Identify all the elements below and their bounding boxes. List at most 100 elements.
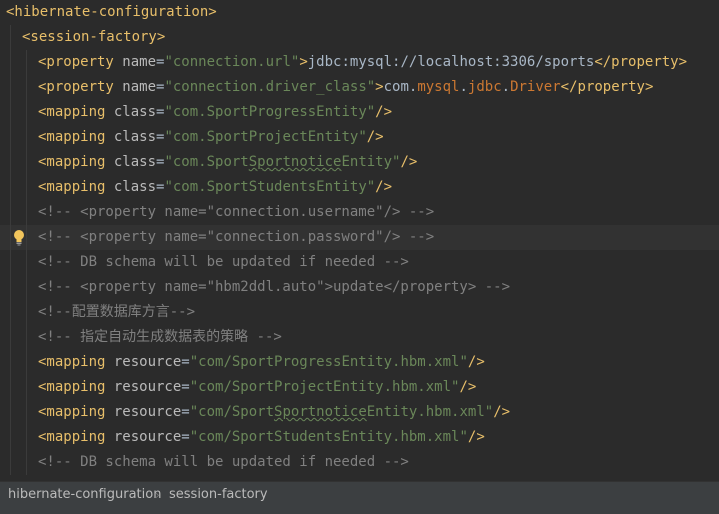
code-text: <hibernate-configuration>	[6, 0, 217, 25]
code-token-tag: />	[459, 379, 477, 395]
indent-guide	[10, 100, 11, 125]
code-line[interactable]: <mapping class="com.SportProjectEntity"/…	[0, 125, 719, 150]
code-token-tag: <mapping	[38, 179, 114, 195]
indent-guide	[26, 150, 27, 175]
indent-guide	[10, 450, 11, 475]
indent-guide	[10, 200, 11, 225]
indent-guide	[10, 150, 11, 175]
indent-guide	[10, 125, 11, 150]
code-token-strtypo: Sportnotice	[248, 154, 342, 170]
code-line[interactable]: <mapping class="com.SportProgressEntity"…	[0, 100, 719, 125]
breadcrumb-separator-icon: ›	[155, 488, 160, 502]
code-token-str: "connection.url"	[164, 54, 300, 70]
breadcrumb: hibernate-configuration › session-factor…	[0, 481, 719, 514]
code-line[interactable]: <session-factory>	[0, 25, 719, 50]
code-token-tag: <property	[38, 79, 123, 95]
indent-guide	[10, 400, 11, 425]
code-line[interactable]: <mapping class="com.SportStudentsEntity"…	[0, 175, 719, 200]
code-text: <mapping class="com.SportSportnoticeEnti…	[38, 150, 417, 175]
code-token-text: =	[181, 404, 190, 420]
indent-guide	[26, 350, 27, 375]
code-token-tag: >	[375, 79, 384, 95]
code-token-str: "com.SportProgressEntity"	[164, 104, 376, 120]
indent-guide	[10, 300, 11, 325]
code-token-comment: <!-- DB schema will be updated if needed…	[38, 454, 409, 470]
code-text: <mapping resource="com/SportStudentsEnti…	[38, 425, 485, 450]
code-editor[interactable]: <hibernate-configuration> <session-factor…	[0, 0, 719, 481]
breadcrumb-item-session-factory[interactable]: session-factory	[169, 482, 268, 508]
code-line[interactable]: <!-- <property name="connection.password…	[0, 225, 719, 250]
code-text: <!-- DB schema will be updated if needed…	[38, 450, 409, 475]
indent-guide	[10, 225, 11, 250]
indent-guide	[10, 75, 11, 100]
code-line[interactable]: <!-- <property name="connection.username…	[0, 200, 719, 225]
indent-guide	[26, 400, 27, 425]
code-token-text: jdbc:mysql://localhost:3306/sports	[307, 54, 595, 70]
indent-guide	[26, 325, 27, 350]
code-token-tag: <mapping	[38, 429, 114, 445]
indent-guide	[10, 425, 11, 450]
code-token-tag: <mapping	[38, 104, 114, 120]
indent-guide	[26, 450, 27, 475]
code-token-attr: name	[122, 79, 157, 95]
code-token-tag: <mapping	[38, 154, 114, 170]
code-token-tag: </property>	[560, 79, 654, 95]
code-line[interactable]: <hibernate-configuration>	[0, 0, 719, 25]
code-token-strtypo: Sportnotice	[274, 404, 367, 420]
code-line[interactable]: <property name="connection.url">jdbc:mys…	[0, 50, 719, 75]
code-token-comment: <!--配置数据库方言-->	[38, 304, 196, 320]
breadcrumb-item-hibernate-configuration[interactable]: hibernate-configuration	[8, 482, 161, 508]
code-token-tag: <property	[38, 54, 123, 70]
code-token-tag: </property>	[594, 54, 688, 70]
code-text: <property name="connection.driver_class"…	[38, 75, 653, 100]
code-line[interactable]: <mapping resource="com/SportStudentsEnti…	[0, 425, 719, 450]
code-token-str: "com/Sport	[189, 404, 275, 420]
code-line[interactable]: <property name="connection.driver_class"…	[0, 75, 719, 100]
indent-guide	[10, 275, 11, 300]
code-line[interactable]: <!-- 指定自动生成数据表的策略 -->	[0, 325, 719, 350]
code-token-tag: >	[299, 54, 308, 70]
indent-guide	[26, 175, 27, 200]
code-token-comment: <!-- <property name="connection.password…	[38, 229, 435, 245]
code-line[interactable]: <!-- DB schema will be updated if needed…	[0, 250, 719, 275]
code-token-str: "com/SportStudentsEntity.hbm.xml"	[189, 429, 468, 445]
code-token-comment: <!-- DB schema will be updated if needed…	[38, 254, 409, 270]
code-token-tag: />	[375, 179, 393, 195]
code-line[interactable]: <mapping resource="com/SportProjectEntit…	[0, 375, 719, 400]
code-line[interactable]: <!-- DB schema will be updated if needed…	[0, 450, 719, 475]
code-text: <!-- 指定自动生成数据表的策略 -->	[38, 325, 282, 350]
code-token-str: Entity"	[341, 154, 401, 170]
lightbulb-icon[interactable]	[12, 229, 26, 246]
code-token-red: Driver	[510, 79, 561, 95]
code-token-str: "com.SportProjectEntity"	[164, 129, 367, 145]
code-text: <!-- <property name="hbm2ddl.auto">updat…	[38, 275, 510, 300]
indent-guide	[26, 100, 27, 125]
code-token-str: "connection.driver_class"	[164, 79, 376, 95]
indent-guide	[26, 50, 27, 75]
indent-guide	[10, 375, 11, 400]
indent-guide	[26, 225, 27, 250]
code-token-red: mysql	[417, 79, 460, 95]
code-text: <session-factory>	[22, 25, 165, 50]
code-line[interactable]: <mapping class="com.SportSportnoticeEnti…	[0, 150, 719, 175]
indent-guide	[10, 325, 11, 350]
code-token-attr: class	[113, 129, 157, 145]
indent-guide	[26, 250, 27, 275]
code-token-str: Entity.hbm.xml"	[366, 404, 494, 420]
code-token-tag: />	[467, 429, 485, 445]
code-line[interactable]: <mapping resource="com/SportSportnoticeE…	[0, 400, 719, 425]
code-token-red: jdbc	[467, 79, 502, 95]
code-line[interactable]: <mapping resource="com/SportProgressEnti…	[0, 350, 719, 375]
code-token-attr: resource	[113, 354, 182, 370]
code-text: <mapping resource="com/SportProjectEntit…	[38, 375, 476, 400]
code-token-tag: <hibernate-configuration>	[6, 4, 217, 20]
indent-guide	[10, 25, 11, 50]
code-token-attr: class	[113, 154, 157, 170]
code-line[interactable]: <!--配置数据库方言-->	[0, 300, 719, 325]
code-token-str: "com/SportProgressEntity.hbm.xml"	[189, 354, 468, 370]
indent-guide	[10, 350, 11, 375]
code-text: <!-- DB schema will be updated if needed…	[38, 250, 409, 275]
code-token-tag: <mapping	[38, 354, 114, 370]
code-token-comment: <!-- <property name="connection.username…	[38, 204, 435, 220]
code-line[interactable]: <!-- <property name="hbm2ddl.auto">updat…	[0, 275, 719, 300]
